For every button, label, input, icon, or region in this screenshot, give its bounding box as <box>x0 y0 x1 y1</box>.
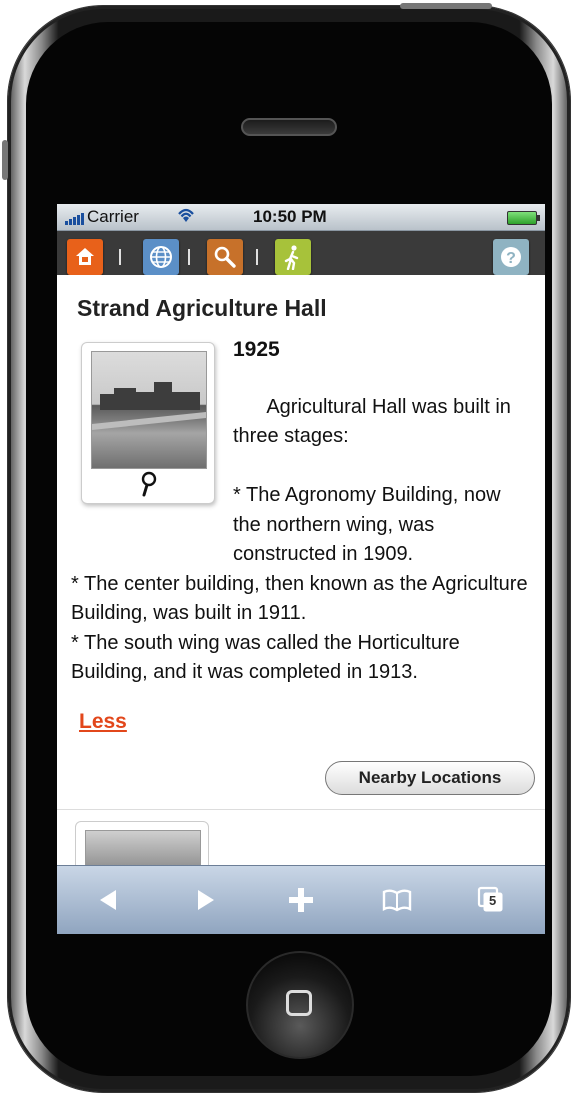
back-icon[interactable] <box>85 878 133 922</box>
help-icon[interactable]: ? <box>493 239 529 283</box>
toolbar-separator <box>256 249 258 265</box>
app-toolbar: ? <box>57 231 545 283</box>
speaker-grille <box>241 118 337 136</box>
battery-icon <box>507 211 540 225</box>
content-area: Strand Agriculture Hall 1925 Agricultura… <box>57 275 545 883</box>
pages-count: 5 <box>489 893 497 908</box>
globe-icon[interactable] <box>143 239 179 283</box>
power-button <box>400 3 492 9</box>
carrier-label: Carrier <box>87 207 139 226</box>
article-body: Agricultural Hall was built in three sta… <box>71 363 533 717</box>
walking-icon[interactable] <box>275 239 311 283</box>
signal-icon <box>65 211 84 225</box>
browser-toolbar: 5 <box>57 865 545 934</box>
forward-icon[interactable] <box>181 878 229 922</box>
status-time: 10:50 PM <box>253 207 327 226</box>
list-divider <box>57 809 545 810</box>
toolbar-separator <box>188 249 190 265</box>
home-icon[interactable] <box>67 239 103 283</box>
wifi-icon <box>175 206 197 229</box>
svg-text:?: ? <box>506 250 516 267</box>
home-square-icon <box>286 990 312 1016</box>
page-title: Strand Agriculture Hall <box>77 295 327 321</box>
search-icon[interactable] <box>207 239 243 283</box>
toolbar-separator <box>119 249 121 265</box>
status-bar: Carrier 10:50 PM <box>57 204 545 231</box>
volume-button <box>2 140 8 180</box>
plus-icon[interactable] <box>277 878 325 922</box>
screen: Carrier 10:50 PM ? Strand Agriculture Ha… <box>57 204 545 934</box>
less-link[interactable]: Less <box>79 710 127 734</box>
thumb-spacer <box>71 393 233 543</box>
bookmarks-icon[interactable] <box>373 878 421 922</box>
article-year: 1925 <box>233 338 280 361</box>
home-button[interactable] <box>246 951 354 1059</box>
pages-icon[interactable]: 5 <box>467 878 515 922</box>
nearby-locations-button[interactable]: Nearby Locations <box>325 761 535 795</box>
